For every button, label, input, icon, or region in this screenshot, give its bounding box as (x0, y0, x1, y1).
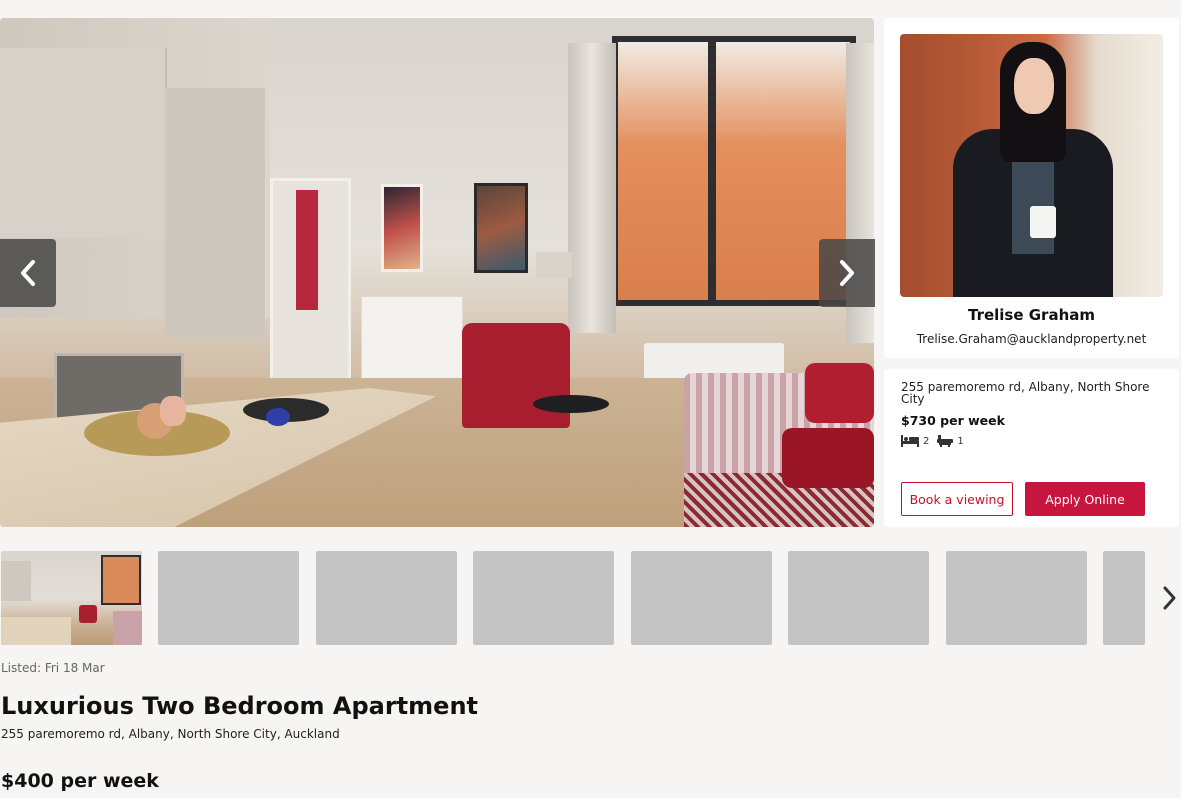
apply-online-button[interactable]: Apply Online (1025, 482, 1145, 516)
listing-summary-card: 255 paremoremo rd, Albany, North Shore C… (884, 369, 1179, 527)
gallery-next-button[interactable] (819, 239, 875, 307)
agent-email[interactable]: Trelise.Graham@aucklandproperty.net (884, 332, 1179, 346)
chevron-right-icon (840, 260, 854, 286)
chevron-right-icon (1163, 586, 1176, 610)
bedrooms-feature: 2 (901, 435, 929, 447)
agent-name: Trelise Graham (967, 306, 1096, 324)
summary-price: $730 per week (901, 413, 1005, 428)
gallery-prev-button[interactable] (0, 239, 56, 307)
book-viewing-button[interactable]: Book a viewing (901, 482, 1013, 516)
gallery-thumbnail[interactable] (1, 551, 142, 645)
bathrooms-feature: 1 (937, 435, 964, 447)
summary-address: 255 paremoremo rd, Albany, North Shore C… (901, 380, 1150, 406)
bathrooms-count: 1 (957, 435, 964, 447)
gallery-thumbnail[interactable] (316, 551, 457, 645)
gallery-thumbnail[interactable] (788, 551, 929, 645)
chevron-left-icon (21, 260, 35, 286)
gallery-thumbnail[interactable] (946, 551, 1087, 645)
agent-card: Trelise Graham Trelise.Graham@aucklandpr… (884, 18, 1179, 358)
bed-icon (901, 435, 919, 447)
gallery-thumbnail[interactable] (473, 551, 614, 645)
gallery-thumbnail[interactable] (1103, 551, 1145, 645)
gallery-thumbnail[interactable] (158, 551, 299, 645)
bathtub-icon (937, 435, 954, 447)
thumbnails-next-button[interactable] (1156, 582, 1181, 614)
listing-price: $400 per week (1, 770, 159, 792)
agent-photo (900, 34, 1163, 297)
listed-date: Listed: Fri 18 Mar (1, 661, 105, 675)
feature-list: 2 1 (901, 435, 964, 447)
bedrooms-count: 2 (923, 435, 930, 447)
listing-title: Luxurious Two Bedroom Apartment (1, 692, 478, 720)
gallery-thumbnail[interactable] (631, 551, 772, 645)
listing-address: 255 paremoremo rd, Albany, North Shore C… (1, 727, 340, 741)
main-listing-photo (0, 18, 874, 527)
